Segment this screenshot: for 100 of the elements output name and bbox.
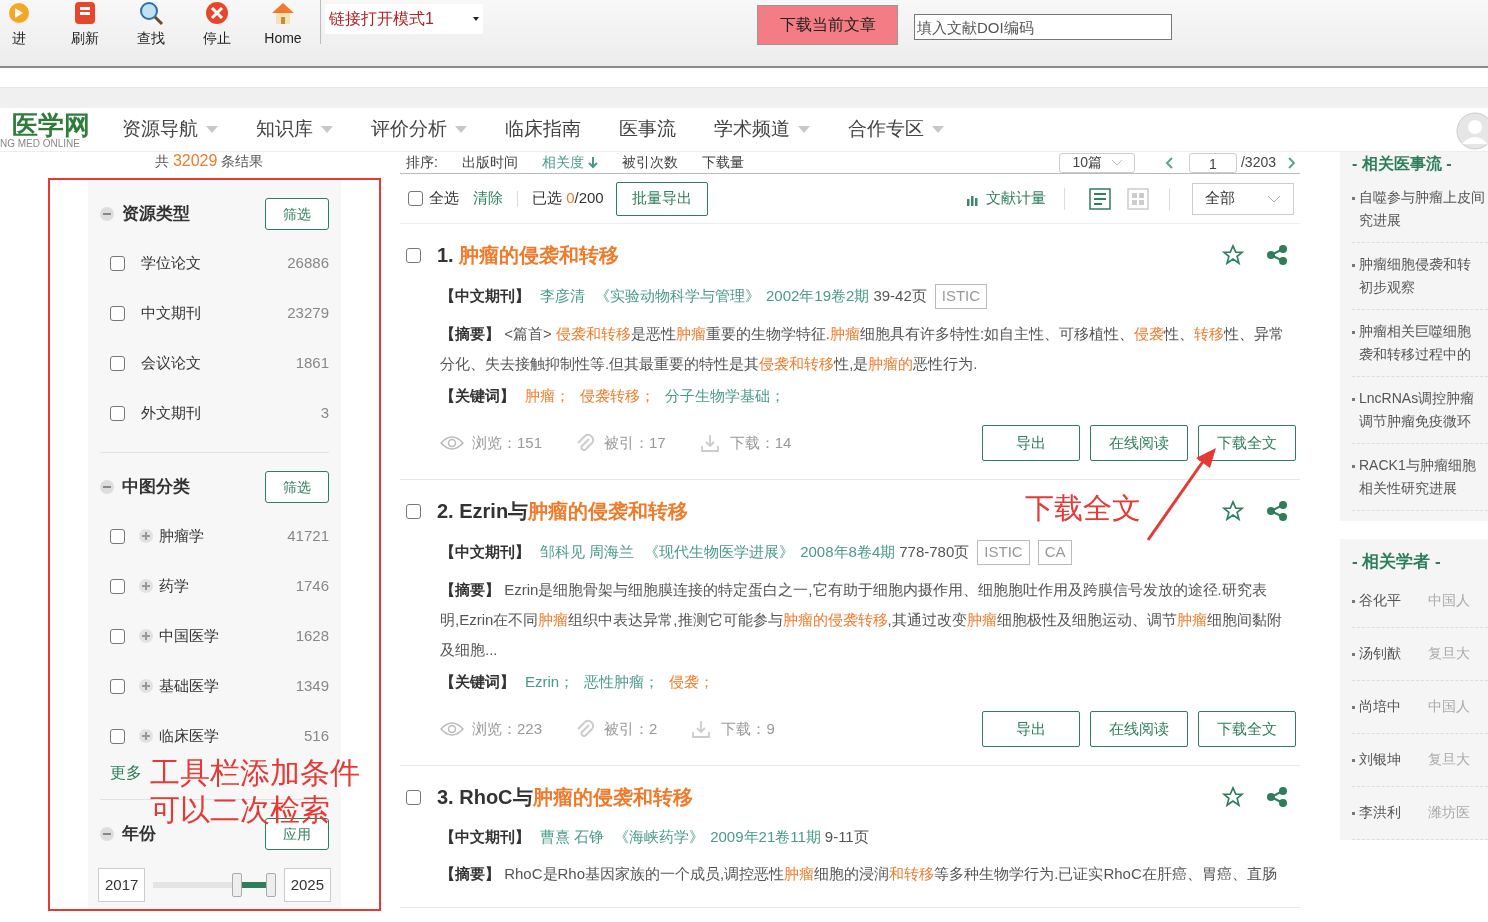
checkbox[interactable] bbox=[406, 789, 421, 805]
checkbox[interactable] bbox=[110, 405, 125, 421]
filter-option[interactable]: 肿瘤学 bbox=[159, 524, 204, 548]
metrics-link[interactable]: 文献计量 bbox=[986, 187, 1046, 210]
star-icon[interactable] bbox=[1222, 500, 1244, 522]
journal-link[interactable]: 《实验动物科学与管理》 bbox=[595, 285, 760, 308]
checkbox[interactable] bbox=[406, 247, 421, 263]
news-link[interactable]: 肿瘤细胞侵袭和转 初步观察 bbox=[1352, 243, 1488, 310]
previous-page-icon[interactable] bbox=[1164, 156, 1173, 169]
nav-item[interactable]: 合作专区 bbox=[848, 115, 944, 144]
expand-icon[interactable] bbox=[139, 679, 153, 693]
filter-button[interactable]: 筛选 bbox=[265, 198, 329, 230]
filter-option[interactable]: 外文期刊 bbox=[141, 401, 201, 425]
nav-item[interactable]: 学术频道 bbox=[714, 115, 810, 144]
checkbox[interactable] bbox=[408, 191, 423, 206]
filter-option[interactable]: 药学 bbox=[159, 574, 189, 598]
nav-item[interactable]: 评价分析 bbox=[371, 115, 467, 144]
news-link[interactable]: 肿瘤相关巨噬细胞 袭和转移过程中的 bbox=[1352, 310, 1488, 377]
toolbar-button[interactable]: 停止 bbox=[184, 0, 250, 49]
keyword-link[interactable]: 恶性肿瘤； bbox=[584, 670, 660, 693]
clear-link[interactable]: 清除 bbox=[473, 187, 503, 210]
toolbar-button[interactable]: Home bbox=[250, 0, 316, 49]
journal-link[interactable]: 《海峡药学》 bbox=[614, 826, 705, 849]
slider-thumb[interactable] bbox=[265, 873, 276, 897]
news-link[interactable]: LncRNAs调控肿瘤 调节肿瘤免疫微环 bbox=[1352, 377, 1488, 444]
expand-icon[interactable] bbox=[139, 579, 153, 593]
next-page-icon[interactable] bbox=[1288, 156, 1296, 169]
list-view-icon[interactable] bbox=[1089, 187, 1111, 210]
mode-select[interactable]: 链接打开模式1 bbox=[325, 4, 483, 34]
result-action-button[interactable]: 在线阅读 bbox=[1090, 425, 1188, 461]
slider-thumb[interactable] bbox=[231, 873, 242, 897]
scope-select[interactable]: 全部 bbox=[1192, 182, 1294, 215]
download-count: 下载：14 bbox=[729, 432, 792, 453]
checkbox[interactable] bbox=[110, 355, 125, 371]
share-icon[interactable] bbox=[1266, 500, 1288, 522]
filter-option[interactable]: 学位论文 bbox=[141, 251, 201, 275]
share-icon[interactable] bbox=[1266, 244, 1288, 266]
scholar-name[interactable]: 谷化平 bbox=[1352, 590, 1428, 611]
nav-item[interactable]: 资源导航 bbox=[122, 115, 218, 144]
more-link[interactable]: 更多 bbox=[110, 761, 142, 785]
expand-icon[interactable] bbox=[139, 629, 153, 643]
year-to-field[interactable]: 2025 bbox=[283, 868, 331, 902]
star-icon[interactable] bbox=[1222, 786, 1244, 808]
checkbox[interactable] bbox=[110, 305, 125, 321]
expand-icon[interactable] bbox=[139, 729, 153, 743]
checkbox[interactable] bbox=[110, 628, 125, 644]
year-from-field[interactable]: 2017 bbox=[98, 868, 146, 902]
page-input[interactable]: 1 bbox=[1188, 152, 1237, 173]
star-icon[interactable] bbox=[1222, 244, 1244, 266]
filter-option[interactable]: 中国医学 bbox=[159, 624, 219, 648]
filter-option[interactable]: 中文期刊 bbox=[141, 301, 201, 325]
checkbox[interactable] bbox=[110, 578, 125, 594]
author-link[interactable]: 李彦清 bbox=[540, 285, 585, 308]
checkbox[interactable] bbox=[110, 678, 125, 694]
page-size-select[interactable]: 10篇 bbox=[1059, 152, 1135, 173]
collapse-icon[interactable] bbox=[100, 207, 114, 221]
share-icon[interactable] bbox=[1266, 786, 1288, 808]
result-action-button[interactable]: 下载全文 bbox=[1198, 425, 1296, 461]
author-link[interactable]: 曹熹 石铮 bbox=[540, 826, 605, 849]
scholar-name[interactable]: 李洪利 bbox=[1352, 802, 1428, 823]
filter-button[interactable]: 筛选 bbox=[265, 471, 329, 503]
result-action-button[interactable]: 下载全文 bbox=[1198, 711, 1296, 747]
filter-option[interactable]: 基础医学 bbox=[159, 674, 219, 698]
doi-input-field[interactable]: 填入文献DOI编码 bbox=[914, 14, 1172, 40]
nav-item[interactable]: 知识库 bbox=[256, 115, 333, 144]
news-link[interactable]: 自噬参与肿瘤上皮间 究进展 bbox=[1352, 176, 1488, 243]
sort-option[interactable]: 出版时间 bbox=[461, 152, 518, 173]
filter-option[interactable]: 临床医学 bbox=[159, 724, 219, 748]
scholar-name[interactable]: 汤钊猷 bbox=[1352, 643, 1428, 664]
checkbox[interactable] bbox=[110, 528, 125, 544]
author-link[interactable]: 邹科见 周海兰 bbox=[540, 541, 635, 564]
checkbox[interactable] bbox=[110, 255, 125, 271]
sort-option[interactable]: 下载量 bbox=[701, 152, 744, 173]
toolbar-button[interactable]: 刷新 bbox=[52, 0, 118, 49]
download-article-button[interactable]: 下载当前文章 bbox=[757, 5, 898, 45]
nav-item[interactable]: 临床指南 bbox=[505, 115, 581, 144]
collapse-icon[interactable] bbox=[100, 480, 114, 494]
result-action-button[interactable]: 在线阅读 bbox=[1090, 711, 1188, 747]
result-action-button[interactable]: 导出 bbox=[982, 711, 1080, 747]
toolbar-button[interactable]: 进 bbox=[0, 0, 52, 49]
selected-count: 已选 0/200 bbox=[532, 188, 604, 209]
scholar-name[interactable]: 尚培中 bbox=[1352, 696, 1428, 717]
batch-export-button[interactable]: 批量导出 bbox=[615, 181, 708, 216]
journal-link[interactable]: 《现代生物医学进展》 bbox=[644, 541, 795, 564]
expand-icon[interactable] bbox=[139, 529, 153, 543]
result-action-button[interactable]: 导出 bbox=[982, 425, 1080, 461]
result-title: 2. Ezrin与肿瘤的侵袭和转移 bbox=[437, 499, 689, 524]
checkbox[interactable] bbox=[406, 503, 421, 519]
collapse-icon[interactable] bbox=[100, 827, 114, 841]
toolbar-button[interactable]: 查找 bbox=[118, 0, 184, 49]
sort-option[interactable]: 被引次数 bbox=[621, 152, 678, 173]
checkbox[interactable] bbox=[110, 728, 125, 744]
scholar-name[interactable]: 刘银坤 bbox=[1352, 749, 1428, 770]
nav-item[interactable]: 医事流 bbox=[619, 115, 676, 144]
select-all-label[interactable]: 全选 bbox=[429, 187, 459, 210]
year-slider[interactable] bbox=[153, 873, 276, 897]
filter-option[interactable]: 会议论文 bbox=[141, 351, 201, 375]
sort-option[interactable]: 相关度 bbox=[541, 152, 598, 173]
news-link[interactable]: RACK1与肿瘤细胞 相关性研究进展 bbox=[1352, 444, 1488, 511]
keyword-link[interactable]: 分子生物学基础； bbox=[665, 384, 785, 407]
